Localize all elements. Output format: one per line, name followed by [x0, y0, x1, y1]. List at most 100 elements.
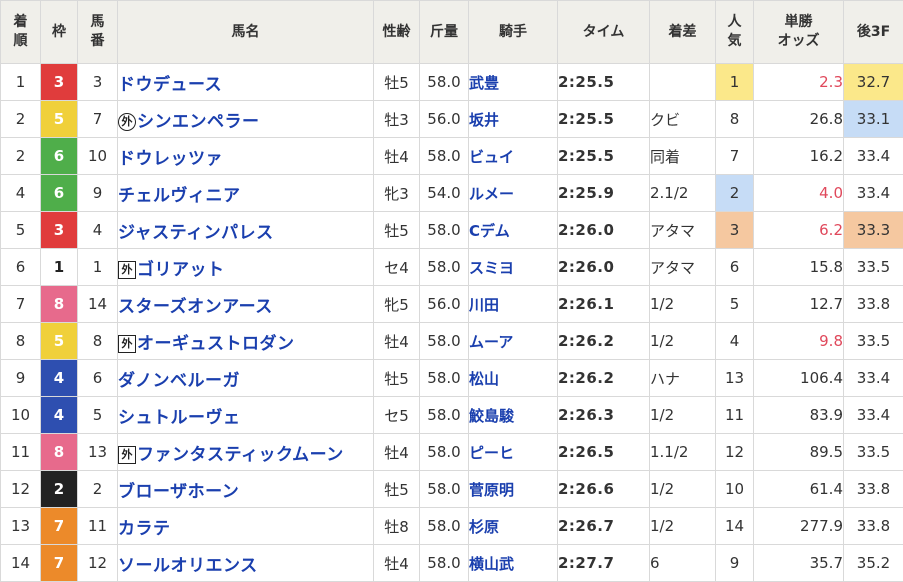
horse-name-cell: 外ゴリアット	[118, 249, 374, 286]
header-margin[interactable]: 着差	[650, 1, 716, 64]
horse-number-cell: 1	[78, 249, 118, 286]
odds-cell: 2.3	[754, 64, 844, 101]
weight-cell: 58.0	[420, 471, 469, 508]
waku-badge: 6	[41, 138, 78, 175]
horse-name-link[interactable]: スターズオンアース	[118, 297, 273, 317]
header-waku[interactable]: 枠	[41, 1, 78, 64]
horse-name-link[interactable]: オーギュストロダン	[137, 334, 295, 354]
header-rank-label: 着 順	[14, 14, 28, 49]
time-cell: 2:26.6	[558, 471, 650, 508]
jockey-link[interactable]: 杉原	[469, 518, 499, 536]
popularity-cell: 3	[716, 212, 754, 249]
header-margin-label: 着差	[669, 24, 697, 40]
result-row: 11813外ファンタスティックムーン牡458.0ピーヒ2:26.51.1/212…	[1, 434, 903, 471]
horse-name-link[interactable]: ダノンベルーガ	[118, 371, 240, 391]
jockey-cell: 松山	[469, 360, 558, 397]
waku-badge: 3	[41, 64, 78, 101]
jockey-link[interactable]: ビュイ	[469, 148, 514, 166]
header-popularity[interactable]: 人 気	[716, 1, 754, 64]
horse-name-link[interactable]: シンエンペラー	[137, 112, 260, 132]
jockey-cell: 坂井	[469, 101, 558, 138]
jockey-link[interactable]: 横山武	[469, 555, 514, 573]
waku-badge: 8	[41, 286, 78, 323]
header-time-label: タイム	[583, 24, 625, 40]
horse-name-link[interactable]: ドウレッツァ	[118, 149, 223, 169]
last-3f-cell: 33.8	[844, 286, 903, 323]
horse-name-cell: 外シンエンペラー	[118, 101, 374, 138]
sex-age-cell: 牡5	[374, 212, 420, 249]
weight-cell: 56.0	[420, 286, 469, 323]
horse-name-link[interactable]: チェルヴィニア	[118, 186, 241, 206]
time-cell: 2:25.5	[558, 101, 650, 138]
header-number[interactable]: 馬 番	[78, 1, 118, 64]
horse-name-link[interactable]: ゴリアット	[137, 260, 225, 280]
weight-cell: 58.0	[420, 360, 469, 397]
horse-name-cell: 外オーギュストロダン	[118, 323, 374, 360]
popularity-cell: 5	[716, 286, 754, 323]
jockey-cell: ピーヒ	[469, 434, 558, 471]
header-sex-age[interactable]: 性齢	[374, 1, 420, 64]
horse-name-cell: スターズオンアース	[118, 286, 374, 323]
waku-badge: 4	[41, 360, 78, 397]
waku-badge: 6	[41, 175, 78, 212]
result-row: 1222ブローザホーン牡558.0菅原明2:26.61/21061.433.8	[1, 471, 903, 508]
waku-badge: 5	[41, 101, 78, 138]
jockey-cell: ルメー	[469, 175, 558, 212]
result-row: 133ドウデュース牡558.0武豊2:25.512.332.7	[1, 64, 903, 101]
horse-name-cell: 外ファンタスティックムーン	[118, 434, 374, 471]
header-odds[interactable]: 単勝 オッズ	[754, 1, 844, 64]
horse-name-link[interactable]: ファンタスティックムーン	[137, 445, 344, 465]
jockey-link[interactable]: 菅原明	[469, 481, 514, 499]
jockey-link[interactable]: 武豊	[469, 74, 499, 92]
margin-cell: 1/2	[650, 508, 716, 545]
horse-name-link[interactable]: ソールオリエンス	[118, 556, 258, 576]
popularity-cell: 8	[716, 101, 754, 138]
jockey-link[interactable]: 坂井	[469, 111, 499, 129]
header-jockey[interactable]: 騎手	[469, 1, 558, 64]
jockey-cell: 武豊	[469, 64, 558, 101]
header-number-label: 馬 番	[91, 14, 105, 49]
header-weight[interactable]: 斤量	[420, 1, 469, 64]
header-rank[interactable]: 着 順	[1, 1, 41, 64]
sex-age-cell: 牝3	[374, 175, 420, 212]
horse-name-link[interactable]: ブローザホーン	[118, 482, 239, 502]
result-row: 946ダノンベルーガ牡558.0松山2:26.2ハナ13106.433.4	[1, 360, 903, 397]
horse-name-link[interactable]: ドウデュース	[118, 75, 222, 95]
jockey-link[interactable]: 松山	[469, 370, 499, 388]
header-time[interactable]: タイム	[558, 1, 650, 64]
result-row: 858外オーギュストロダン牡458.0ムーア2:26.21/249.833.5	[1, 323, 903, 360]
result-row: 257外シンエンペラー牡356.0坂井2:25.5クビ826.833.1	[1, 101, 903, 138]
horse-name-cell: ドウレッツァ	[118, 138, 374, 175]
header-horse-name[interactable]: 馬名	[118, 1, 374, 64]
popularity-cell: 4	[716, 323, 754, 360]
jockey-link[interactable]: ムーア	[469, 333, 513, 351]
last-3f-cell: 33.8	[844, 508, 903, 545]
jockey-cell: Cデム	[469, 212, 558, 249]
weight-cell: 58.0	[420, 249, 469, 286]
foreign-box-badge: 外	[118, 335, 136, 353]
horse-number-cell: 11	[78, 508, 118, 545]
header-jockey-label: 騎手	[499, 24, 527, 40]
horse-name-link[interactable]: カラテ	[118, 519, 171, 539]
weight-cell: 58.0	[420, 323, 469, 360]
horse-name-link[interactable]: ジャスティンパレス	[118, 223, 274, 243]
popularity-cell: 14	[716, 508, 754, 545]
sex-age-cell: 牡5	[374, 64, 420, 101]
jockey-cell: ムーア	[469, 323, 558, 360]
jockey-link[interactable]: スミヨ	[469, 259, 514, 277]
time-cell: 2:25.5	[558, 138, 650, 175]
horse-name-link[interactable]: シュトルーヴェ	[118, 408, 241, 428]
jockey-link[interactable]: 鮫島駿	[469, 407, 514, 425]
last-3f-cell: 33.4	[844, 138, 903, 175]
rank-cell: 5	[1, 212, 41, 249]
rank-cell: 1	[1, 64, 41, 101]
rank-cell: 7	[1, 286, 41, 323]
header-last-3f[interactable]: 後3F	[844, 1, 903, 64]
margin-cell: 1/2	[650, 286, 716, 323]
popularity-cell: 9	[716, 545, 754, 582]
jockey-link[interactable]: Cデム	[469, 222, 510, 240]
jockey-link[interactable]: ピーヒ	[469, 444, 514, 462]
result-row: 14712ソールオリエンス牡458.0横山武2:27.76935.735.2	[1, 545, 903, 582]
jockey-link[interactable]: ルメー	[469, 185, 514, 203]
jockey-link[interactable]: 川田	[469, 296, 499, 314]
